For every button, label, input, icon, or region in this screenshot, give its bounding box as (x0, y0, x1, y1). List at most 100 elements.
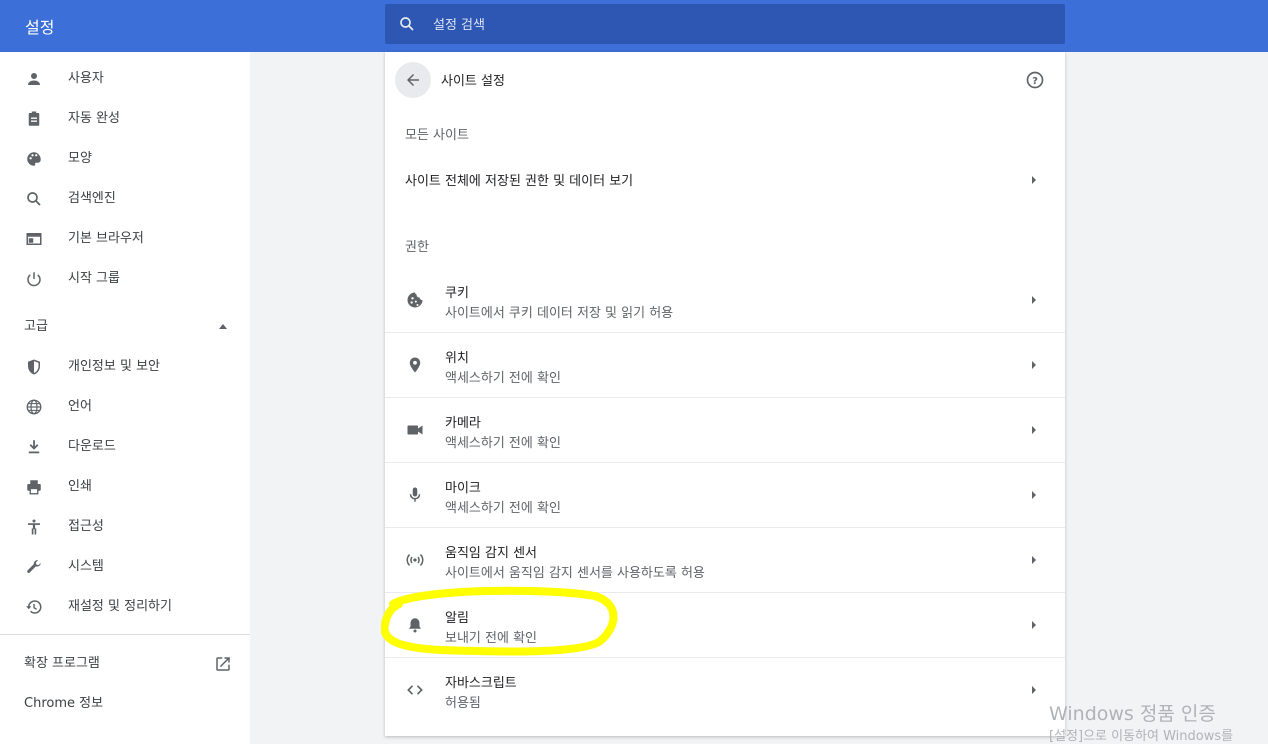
sidebar-item-extensions[interactable]: 확장 프로그램 (0, 644, 250, 684)
top-bar: 설정 (0, 0, 1268, 52)
permission-title: 쿠키 (445, 286, 469, 301)
permission-row-microphone[interactable]: 마이크 액세스하기 전에 확인 (385, 462, 1065, 527)
download-icon (24, 437, 44, 457)
arrow-back-icon (407, 74, 419, 86)
permission-subtitle: 액세스하기 전에 확인 (445, 501, 561, 516)
chevron-right-icon (1032, 686, 1036, 694)
sidebar-item-accessibility[interactable]: 접근성 (0, 507, 250, 547)
sidebar-item-label: 모양 (68, 151, 92, 166)
permission-row-cookies[interactable]: 쿠키 사이트에서 쿠키 데이터 저장 및 읽기 허용 (385, 268, 1065, 332)
accessibility-icon (24, 517, 44, 537)
permission-title: 알림 (445, 611, 469, 626)
app-title: 설정 (25, 18, 55, 37)
person-icon (24, 69, 44, 89)
sidebar-item-label: 검색엔진 (68, 191, 116, 206)
permission-subtitle: 보내기 전에 확인 (445, 631, 537, 646)
sidebar: 사용자 자동 완성 모양 검색엔진 기본 브라우저 시작 그룹 고급 개인정보 … (0, 52, 250, 744)
chevron-right-icon (1032, 556, 1036, 564)
permission-title: 자바스크립트 (445, 676, 517, 691)
browser-window-icon (24, 229, 44, 249)
chevron-right-icon (1032, 296, 1036, 304)
advanced-toggle[interactable]: 고급 (0, 307, 250, 347)
permission-row-motion-sensors[interactable]: 움직임 감지 센서 사이트에서 움직임 감지 센서를 사용하도록 허용 (385, 527, 1065, 592)
code-icon (405, 680, 425, 700)
sidebar-item-label: 재설정 및 정리하기 (68, 599, 172, 614)
help-icon[interactable]: ? (1025, 70, 1045, 90)
chevron-right-icon (1032, 361, 1036, 369)
sidebar-item-on-startup[interactable]: 시작 그룹 (0, 259, 250, 299)
sidebar-item-label: 시스템 (68, 559, 104, 574)
sidebar-item-label: 다운로드 (68, 439, 116, 454)
all-sites-label: 사이트 전체에 저장된 권한 및 데이터 보기 (405, 174, 634, 189)
sidebar-item-languages[interactable]: 언어 (0, 387, 250, 427)
search-input[interactable] (431, 4, 1035, 46)
shield-icon (24, 357, 44, 377)
permission-subtitle: 액세스하기 전에 확인 (445, 371, 561, 386)
sidebar-item-label: 개인정보 및 보안 (68, 359, 160, 374)
chevron-right-icon (1032, 176, 1036, 184)
sidebar-item-people[interactable]: 사용자 (0, 59, 250, 99)
chevron-right-icon (1032, 621, 1036, 629)
sidebar-item-printing[interactable]: 인쇄 (0, 467, 250, 507)
permission-subtitle: 허용됨 (445, 696, 481, 711)
cookie-icon (405, 290, 425, 310)
all-sites-row[interactable]: 사이트 전체에 저장된 권한 및 데이터 보기 (385, 156, 1065, 204)
permission-row-notifications[interactable]: 알림 보내기 전에 확인 (385, 592, 1065, 657)
camera-icon (405, 420, 425, 440)
sidebar-item-label: 시작 그룹 (68, 271, 120, 286)
power-icon (24, 269, 44, 289)
permission-row-location[interactable]: 위치 액세스하기 전에 확인 (385, 332, 1065, 397)
microphone-icon (405, 485, 425, 505)
permission-subtitle: 사이트에서 쿠키 데이터 저장 및 읽기 허용 (445, 306, 674, 321)
back-button[interactable] (395, 62, 431, 98)
activation-watermark-title: Windows 정품 인증 (1049, 703, 1216, 725)
printer-icon (24, 477, 44, 497)
chevron-right-icon (1032, 491, 1036, 499)
sidebar-item-search-engine[interactable]: 검색엔진 (0, 179, 250, 219)
palette-icon (24, 149, 44, 169)
site-settings-card: 사이트 설정 ? 모든 사이트 사이트 전체에 저장된 권한 및 데이터 보기 … (385, 52, 1065, 736)
sidebar-item-privacy[interactable]: 개인정보 및 보안 (0, 347, 250, 387)
chevron-right-icon (1032, 426, 1036, 434)
search-box[interactable] (385, 4, 1065, 46)
sidebar-item-system[interactable]: 시스템 (0, 547, 250, 587)
bell-icon (405, 615, 425, 635)
advanced-label: 고급 (24, 319, 48, 334)
sidebar-item-downloads[interactable]: 다운로드 (0, 427, 250, 467)
sidebar-item-default-browser[interactable]: 기본 브라우저 (0, 219, 250, 259)
extensions-label: 확장 프로그램 (24, 656, 100, 671)
permissions-header: 권한 (405, 240, 429, 255)
sidebar-item-about-chrome[interactable]: Chrome 정보 (24, 684, 103, 724)
page-title: 사이트 설정 (441, 74, 505, 89)
activation-watermark-text: [설정]으로 이동하여 Windows를 (1049, 729, 1234, 744)
sidebar-item-label: 언어 (68, 399, 92, 414)
caret-up-icon (219, 324, 227, 329)
clipboard-icon (24, 109, 44, 129)
permission-title: 마이크 (445, 481, 481, 496)
globe-icon (24, 397, 44, 417)
permission-subtitle: 액세스하기 전에 확인 (445, 436, 561, 451)
permission-title: 움직임 감지 센서 (445, 546, 537, 561)
sidebar-divider (0, 634, 250, 635)
restore-icon (24, 597, 44, 617)
permission-row-javascript[interactable]: 자바스크립트 허용됨 (385, 657, 1065, 722)
permission-title: 위치 (445, 351, 469, 366)
permission-row-camera[interactable]: 카메라 액세스하기 전에 확인 (385, 397, 1065, 462)
open-in-new-icon (216, 657, 230, 671)
location-pin-icon (405, 355, 425, 375)
search-icon (400, 17, 414, 31)
search-icon (24, 189, 44, 209)
permission-title: 카메라 (445, 416, 481, 431)
sidebar-item-reset[interactable]: 재설정 및 정리하기 (0, 587, 250, 627)
sidebar-item-label: 자동 완성 (68, 111, 120, 126)
permission-subtitle: 사이트에서 움직임 감지 센서를 사용하도록 허용 (445, 566, 705, 581)
sidebar-item-label: 접근성 (68, 519, 104, 534)
sidebar-item-autofill[interactable]: 자동 완성 (0, 99, 250, 139)
sidebar-item-appearance[interactable]: 모양 (0, 139, 250, 179)
sidebar-item-label: 사용자 (68, 71, 104, 86)
sidebar-item-label: 기본 브라우저 (68, 231, 144, 246)
all-sites-header: 모든 사이트 (405, 128, 469, 143)
sensors-icon (405, 550, 425, 570)
wrench-icon (24, 557, 44, 577)
svg-text:?: ? (1032, 76, 1038, 87)
